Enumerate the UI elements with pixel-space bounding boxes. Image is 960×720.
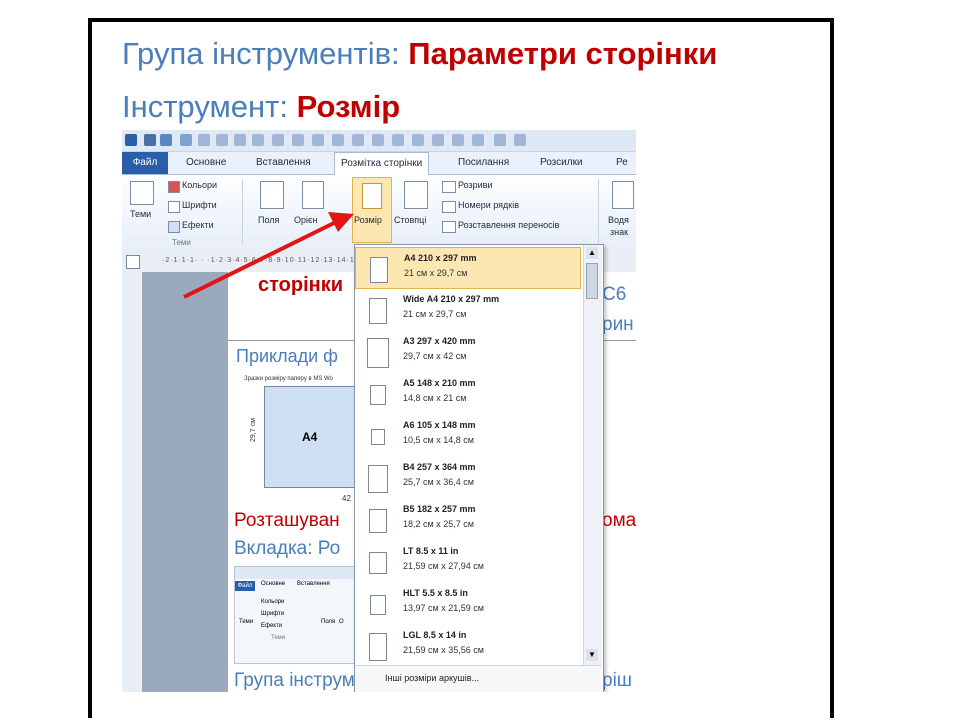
annotation-arrow: [183, 212, 354, 299]
word-screenshot: Файл Основне Вставлення Розмітка сторінк…: [122, 130, 636, 692]
slide-title-line2: Інструмент: Розмір: [122, 89, 400, 125]
title-prefix: Група інструментів:: [122, 36, 400, 71]
tool-prefix: Інструмент:: [122, 89, 288, 124]
slide-title-line1: Група інструментів: Параметри сторінки: [122, 36, 717, 72]
tool-highlight: Розмір: [296, 89, 401, 124]
title-highlight: Параметри сторінки: [408, 36, 718, 71]
arrow-shaft: [183, 220, 337, 299]
